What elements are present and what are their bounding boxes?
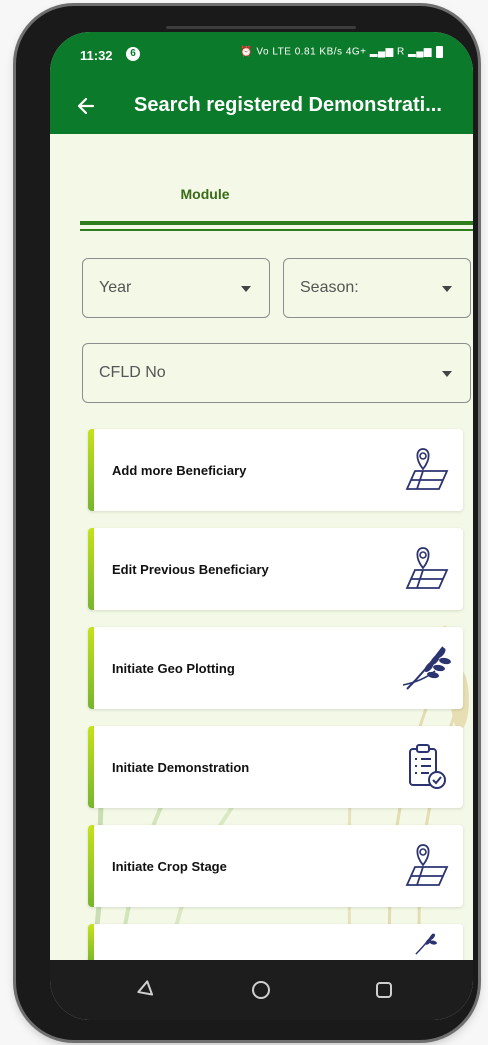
cfld-no-dropdown-label: CFLD No [99, 364, 166, 381]
wheat-icon [415, 933, 437, 955]
recents-square-icon[interactable] [372, 978, 396, 1002]
tab-divider [80, 229, 473, 231]
back-triangle-icon[interactable] [132, 978, 156, 1002]
card-label: Initiate Demonstration [112, 760, 250, 775]
arrow-left-icon[interactable] [70, 90, 102, 122]
status-time: 11:32 [80, 48, 113, 63]
edit-previous-beneficiary-button[interactable]: Edit Previous Beneficiary [88, 528, 463, 610]
chevron-down-icon [241, 286, 251, 292]
card-label: Initiate Crop Stage [112, 859, 227, 874]
tab-indicator [80, 221, 473, 225]
card-label: Initiate Geo Plotting [112, 661, 235, 676]
card-label: Edit Previous Beneficiary [112, 562, 269, 577]
battery-icon [436, 46, 443, 58]
app-bar: Search registered Demonstrati... [50, 78, 473, 134]
system-nav-bar [50, 960, 473, 1020]
initiate-geo-plotting-button[interactable]: Initiate Geo Plotting [88, 627, 463, 709]
clipboard-check-icon [409, 744, 446, 789]
page-title: Search registered Demonstrati... [134, 94, 442, 116]
status-bar: 11:32 6 ⏰ Vo LTE 0.81 KB/s 4G+ ▂▄▆ R ▂▄▆ [50, 32, 473, 78]
status-indicators: ⏰ Vo LTE 0.81 KB/s 4G+ ▂▄▆ R ▂▄▆ [240, 46, 443, 58]
initiate-crop-stage-button[interactable]: Initiate Crop Stage [88, 825, 463, 907]
phone-frame: 11:32 6 ⏰ Vo LTE 0.81 KB/s 4G+ ▂▄▆ R ▂▄▆… [16, 6, 478, 1040]
chevron-down-icon [442, 371, 452, 377]
card-label: Add more Beneficiary [112, 463, 247, 478]
next-menu-card[interactable] [88, 924, 463, 964]
season-dropdown-label: Season: [300, 279, 359, 296]
map-pin-icon [405, 448, 449, 490]
map-pin-icon [405, 844, 449, 886]
map-pin-icon [405, 547, 449, 589]
chevron-down-icon [442, 286, 452, 292]
home-circle-icon[interactable] [249, 978, 273, 1002]
season-dropdown[interactable]: Season: [283, 258, 471, 318]
year-dropdown[interactable]: Year [82, 258, 270, 318]
tab-module[interactable]: Module [158, 186, 252, 202]
initiate-demonstration-button[interactable]: Initiate Demonstration [88, 726, 463, 808]
add-more-beneficiary-button[interactable]: Add more Beneficiary [88, 429, 463, 511]
wheat-icon [402, 646, 451, 690]
year-dropdown-label: Year [99, 279, 132, 296]
phone-speaker [166, 26, 356, 29]
cfld-no-dropdown[interactable]: CFLD No [82, 343, 471, 403]
app-screen: 11:32 6 ⏰ Vo LTE 0.81 KB/s 4G+ ▂▄▆ R ▂▄▆… [50, 32, 473, 1020]
notification-badge: 6 [126, 47, 140, 61]
